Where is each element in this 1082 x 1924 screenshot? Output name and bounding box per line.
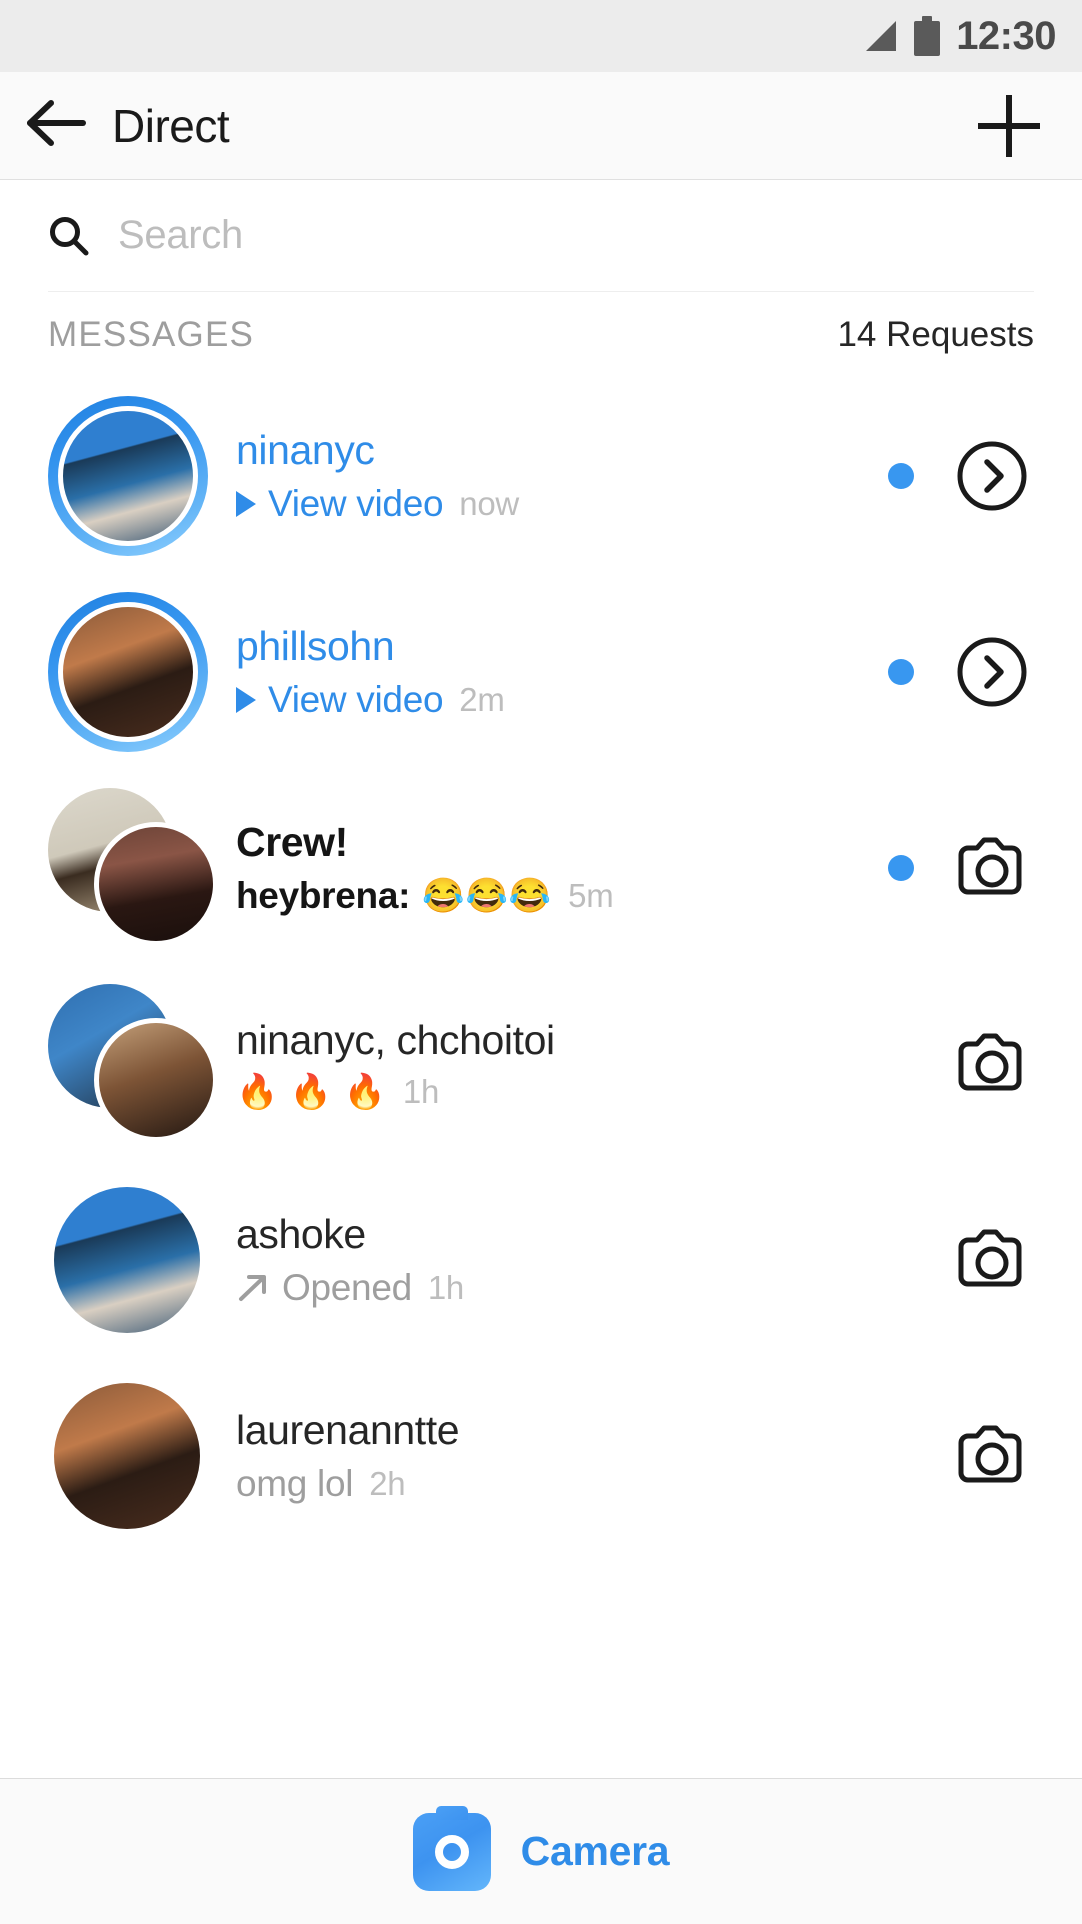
avatar-photo-front bbox=[94, 1018, 218, 1142]
conversation-preview: omg lol 2h bbox=[236, 1462, 888, 1506]
conversation-row[interactable]: ashoke Opened 1h bbox=[0, 1162, 1082, 1358]
conversation-preview: View video 2m bbox=[236, 678, 888, 722]
chevron-right-circle-icon[interactable] bbox=[954, 438, 1030, 514]
conversation-text: ashoke Opened 1h bbox=[228, 1210, 888, 1310]
avatar[interactable] bbox=[48, 1162, 228, 1358]
avatar[interactable] bbox=[48, 378, 228, 574]
back-button[interactable] bbox=[0, 72, 112, 179]
timestamp: 5m bbox=[568, 876, 614, 914]
avatar-photo bbox=[58, 602, 198, 742]
unread-dot-placeholder bbox=[888, 1051, 914, 1077]
avatar-photo bbox=[58, 406, 198, 546]
play-triangle-icon bbox=[236, 687, 256, 714]
preview-text: omg lol bbox=[236, 1463, 354, 1505]
conversation-title: ashoke bbox=[236, 1210, 366, 1257]
camera-button[interactable]: Camera bbox=[0, 1778, 1082, 1924]
new-message-button[interactable] bbox=[964, 72, 1054, 179]
unread-dot-placeholder bbox=[888, 1247, 914, 1273]
conversation-row[interactable]: Crew! heybrena: 😂😂😂 5m bbox=[0, 770, 1082, 966]
camera-filled-icon bbox=[412, 1805, 491, 1891]
conversation-preview: Opened 1h bbox=[236, 1266, 888, 1310]
avatar[interactable] bbox=[48, 574, 228, 770]
preview-emoji: 😂😂😂 bbox=[422, 877, 553, 916]
conversation-actions bbox=[888, 634, 1034, 710]
conversation-text: phillsohn View video 2m bbox=[228, 622, 888, 722]
avatar[interactable] bbox=[48, 966, 228, 1162]
messages-section-header: MESSAGES 14 Requests bbox=[0, 292, 1082, 378]
unread-dot bbox=[888, 659, 914, 685]
avatar[interactable] bbox=[48, 1358, 228, 1554]
timestamp: 2m bbox=[459, 680, 505, 718]
timestamp: 2h bbox=[369, 1464, 406, 1502]
battery-full-icon bbox=[914, 16, 941, 56]
unread-dot-placeholder bbox=[888, 1443, 914, 1469]
camera-label: Camera bbox=[520, 1828, 670, 1874]
conversation-text: ninanyc View video now bbox=[228, 426, 888, 526]
avatar-photo bbox=[54, 1187, 200, 1333]
camera-outline-icon[interactable] bbox=[954, 1418, 1030, 1494]
timestamp: 1h bbox=[427, 1268, 464, 1306]
conversation-actions bbox=[888, 438, 1034, 514]
conversation-title: phillsohn bbox=[236, 622, 395, 669]
conversation-row[interactable]: phillsohn View video 2m bbox=[0, 574, 1082, 770]
conversation-title: laurenanntte bbox=[236, 1406, 460, 1453]
opened-arrow-icon bbox=[236, 1271, 270, 1305]
status-bar-clock: 12:30 bbox=[956, 14, 1056, 58]
conversation-text: Crew! heybrena: 😂😂😂 5m bbox=[228, 818, 888, 918]
conversation-actions bbox=[888, 830, 1034, 906]
signal-bars-icon bbox=[860, 19, 898, 53]
search-bar[interactable]: Search bbox=[48, 180, 1034, 292]
camera-outline-icon[interactable] bbox=[954, 1222, 1030, 1298]
avatar-photo bbox=[54, 1383, 200, 1529]
search-input[interactable]: Search bbox=[118, 213, 243, 258]
conversation-list: ninanyc View video now phillsohn View video 2… bbox=[0, 378, 1082, 1554]
page-title: Direct bbox=[112, 99, 230, 152]
conversation-title: Crew! bbox=[236, 818, 348, 865]
conversation-row[interactable]: ninanyc View video now bbox=[0, 378, 1082, 574]
preview-text: View video bbox=[268, 679, 444, 721]
avatar-photo-front bbox=[94, 822, 218, 946]
conversation-preview: heybrena: 😂😂😂 5m bbox=[236, 874, 888, 918]
search-icon bbox=[48, 215, 90, 257]
chevron-right-circle-icon[interactable] bbox=[954, 634, 1030, 710]
search-section: Search bbox=[0, 180, 1082, 292]
preview-text: View video bbox=[268, 483, 444, 525]
avatar[interactable] bbox=[48, 770, 228, 966]
conversation-text: ninanyc, chchoitoi 🔥 🔥 🔥 1h bbox=[228, 1016, 888, 1112]
conversation-preview: View video now bbox=[236, 482, 888, 526]
plus-icon bbox=[978, 94, 1040, 157]
conversation-text: laurenanntte omg lol 2h bbox=[228, 1406, 888, 1506]
conversation-actions bbox=[888, 1222, 1034, 1298]
unread-dot bbox=[888, 855, 914, 881]
conversation-row[interactable]: laurenanntte omg lol 2h bbox=[0, 1358, 1082, 1554]
preview-sender: heybrena: bbox=[236, 875, 411, 917]
unread-dot bbox=[888, 463, 914, 489]
conversation-title: ninanyc bbox=[236, 426, 375, 473]
play-triangle-icon bbox=[236, 491, 256, 518]
story-ring bbox=[48, 592, 208, 752]
back-arrow-icon bbox=[25, 99, 87, 152]
camera-outline-icon[interactable] bbox=[954, 1026, 1030, 1102]
conversation-preview: 🔥 🔥 🔥 1h bbox=[236, 1072, 888, 1112]
conversation-actions bbox=[888, 1026, 1034, 1102]
camera-outline-icon[interactable] bbox=[954, 830, 1030, 906]
preview-emoji: 🔥 🔥 🔥 bbox=[236, 1073, 387, 1112]
status-bar: 12:30 bbox=[0, 0, 1082, 72]
timestamp: 1h bbox=[402, 1072, 440, 1110]
conversation-title: ninanyc, chchoitoi bbox=[236, 1016, 555, 1063]
preview-text: Opened bbox=[282, 1267, 412, 1309]
conversation-row[interactable]: ninanyc, chchoitoi 🔥 🔥 🔥 1h bbox=[0, 966, 1082, 1162]
messages-label: MESSAGES bbox=[48, 315, 255, 354]
timestamp: now bbox=[459, 484, 519, 522]
story-ring bbox=[48, 396, 208, 556]
requests-link[interactable]: 14 Requests bbox=[837, 315, 1034, 355]
conversation-actions bbox=[888, 1418, 1034, 1494]
app-bar: Direct bbox=[0, 72, 1082, 180]
